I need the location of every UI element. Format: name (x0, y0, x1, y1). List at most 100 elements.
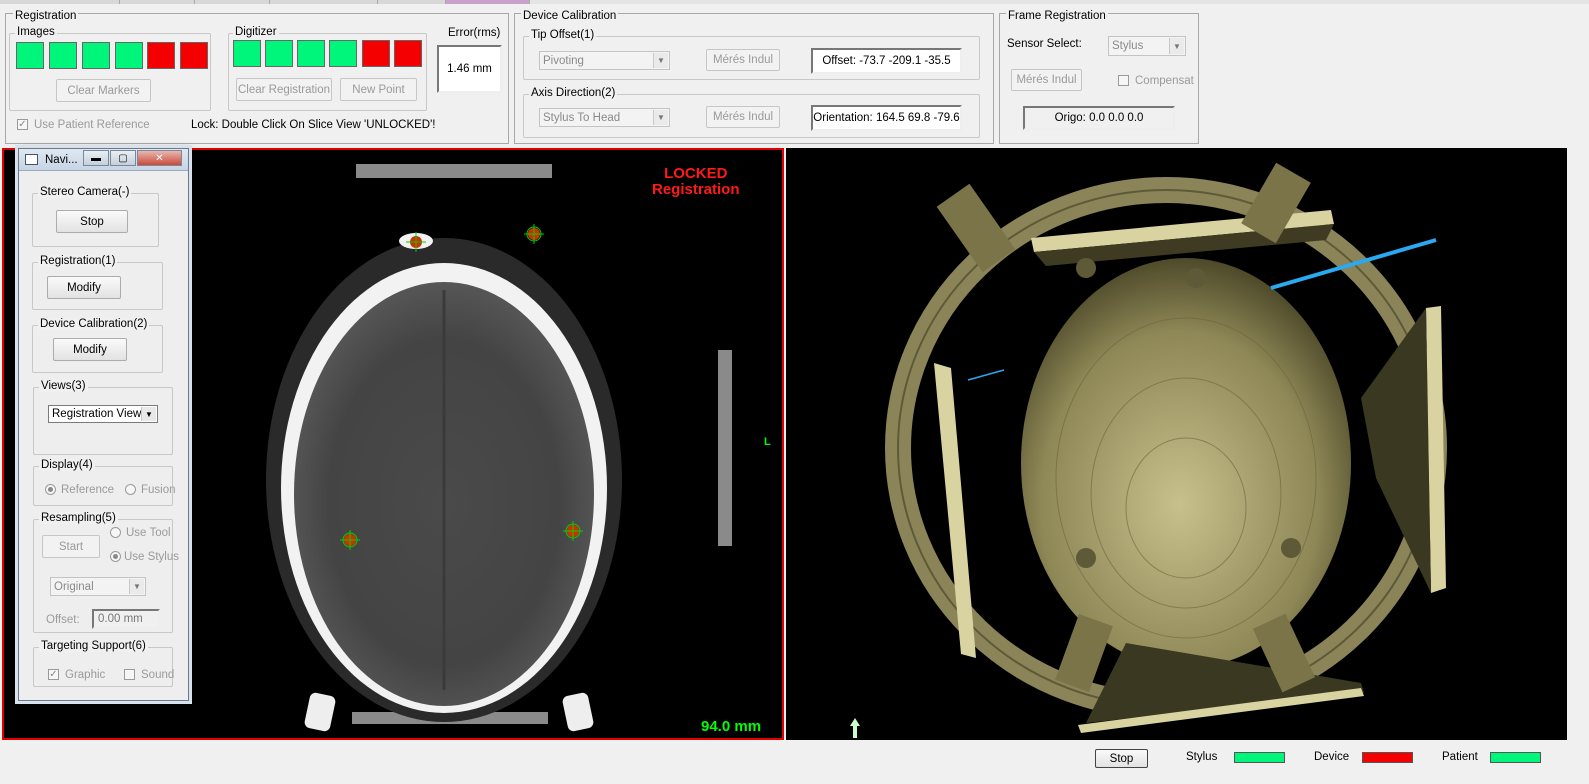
lock-status-text: LOCKED (664, 165, 728, 182)
use-stylus-label: Use Stylus (124, 551, 179, 563)
tab-active[interactable] (446, 0, 530, 4)
tab[interactable] (120, 0, 195, 4)
stylus-status-indicator (1234, 752, 1285, 763)
fusion-radio[interactable] (125, 484, 136, 495)
fusion-label: Fusion (141, 484, 176, 496)
tab[interactable] (270, 0, 378, 4)
device-calibration-nav-legend: Device Calibration(2) (38, 318, 150, 330)
axis-direction-legend: Axis Direction(2) (529, 87, 618, 99)
offset-field[interactable]: 0.00 mm (92, 609, 160, 629)
digitizer-marker-4 (329, 40, 357, 67)
patient-status-indicator (1490, 752, 1541, 763)
resampling-mode-select[interactable]: Original ▼ (50, 577, 146, 596)
patient-status-label: Patient (1442, 751, 1478, 763)
top-tab-strip (0, 0, 1589, 4)
device-status-label: Device (1314, 751, 1350, 763)
axis-direction-start-button[interactable]: Mérés Indul (706, 106, 780, 128)
targeting-support-group: Targeting Support(6) (33, 640, 173, 687)
targeting-support-legend: Targeting Support(6) (39, 640, 148, 652)
clear-registration-button[interactable]: Clear Registration (236, 78, 332, 101)
navigation-window-titlebar[interactable]: Navi... ▬ ▢ ✕ (19, 149, 188, 171)
maximize-icon[interactable]: ▢ (110, 150, 136, 166)
chevron-down-icon: ▼ (129, 579, 144, 594)
pin (1076, 258, 1096, 278)
new-point-button[interactable]: New Point (340, 78, 417, 101)
sound-checkbox[interactable] (124, 669, 135, 680)
graphic-checkbox[interactable]: ✓ (48, 669, 59, 680)
lock-caption-text: Registration (652, 181, 740, 198)
frame-post-right (562, 692, 594, 732)
resampling-start-button[interactable]: Start (42, 535, 100, 558)
tip-offset-start-button[interactable]: Mérés Indul (706, 49, 780, 71)
3d-view[interactable] (786, 148, 1567, 740)
axis-direction-method-select[interactable]: Stylus To Head ▼ (539, 108, 670, 127)
modify-registration-button[interactable]: Modify (47, 276, 121, 299)
frame-registration-start-button[interactable]: Mérés Indul (1011, 69, 1082, 91)
use-tool-radio[interactable] (110, 527, 121, 538)
device-calibration-legend: Device Calibration (521, 10, 619, 22)
stop-button[interactable]: Stop (1095, 749, 1148, 768)
origo-value: Origo: 0.0 0.0 0.0 (1023, 106, 1175, 130)
chevron-down-icon: ▼ (653, 53, 668, 68)
use-patient-reference-checkbox[interactable]: ✓ (17, 119, 28, 130)
display-legend: Display(4) (39, 459, 95, 471)
clear-markers-button[interactable]: Clear Markers (56, 79, 151, 102)
error-value: 1.46 mm (437, 45, 502, 93)
tab[interactable] (195, 0, 270, 4)
image-marker-4 (115, 42, 143, 69)
frame-registration-legend: Frame Registration (1006, 10, 1108, 22)
graphic-label: Graphic (65, 669, 106, 681)
image-marker-5 (147, 42, 175, 69)
chevron-down-icon: ▼ (1169, 38, 1184, 54)
chevron-down-icon: ▼ (653, 110, 668, 125)
lock-instruction-text: Lock: Double Click On Slice View 'UNLOCK… (191, 119, 436, 131)
offset-label: Offset: (46, 614, 80, 626)
axis-line (967, 369, 1005, 381)
digitizer-marker-5 (362, 40, 390, 67)
up-arrow-icon (850, 718, 860, 738)
image-marker-2 (49, 42, 77, 69)
orientation-marker: L (764, 436, 771, 448)
sensor-select[interactable]: Stylus ▼ (1108, 36, 1186, 56)
sound-label: Sound (141, 669, 175, 681)
image-marker-1 (16, 42, 44, 69)
frame-bar-right (718, 350, 732, 546)
tip-offset-legend: Tip Offset(1) (529, 29, 597, 41)
modify-device-calibration-button[interactable]: Modify (53, 338, 127, 361)
digitizer-marker-1 (233, 40, 261, 67)
lock-status: LOCKED Registration (652, 166, 740, 198)
tab[interactable] (0, 0, 120, 4)
3d-render-image (850, 162, 1447, 738)
minimize-icon[interactable]: ▬ (83, 150, 109, 166)
use-tool-label: Use Tool (126, 527, 171, 539)
frame-bar-top (356, 164, 552, 178)
stereo-camera-legend: Stereo Camera(-) (38, 186, 132, 198)
sensor-select-label: Sensor Select: (1007, 38, 1082, 50)
navigation-window-title: Navi... (45, 154, 78, 166)
tab[interactable] (378, 0, 446, 4)
compensate-checkbox[interactable] (1118, 75, 1129, 86)
fiducial-marker (524, 224, 544, 244)
views-select[interactable]: Registration View ▼ (48, 405, 158, 423)
registration-legend: Registration (13, 10, 79, 22)
compensate-label: Compensat (1135, 75, 1194, 87)
tip-offset-method-select[interactable]: Pivoting ▼ (539, 51, 670, 70)
error-label: Error(rms) (448, 27, 501, 39)
frame-plate-right-shade (1361, 308, 1431, 593)
digitizer-marker-6 (394, 40, 422, 67)
views-legend: Views(3) (39, 380, 88, 392)
axis-direction-result: Orientation: 164.5 69.8 -79.6 (811, 105, 962, 131)
pin (1186, 268, 1206, 288)
pin (1281, 538, 1301, 558)
stylus-status-label: Stylus (1186, 751, 1218, 763)
head-surface (1021, 258, 1351, 668)
digitizer-marker-2 (265, 40, 293, 67)
frame-post-left (304, 692, 336, 732)
reference-radio[interactable] (45, 484, 56, 495)
close-icon[interactable]: ✕ (137, 150, 182, 166)
resampling-legend: Resampling(5) (39, 512, 118, 524)
image-marker-3 (82, 42, 110, 69)
stop-camera-button[interactable]: Stop (56, 210, 128, 233)
use-stylus-radio[interactable] (110, 551, 121, 562)
use-patient-reference-label: Use Patient Reference (34, 119, 150, 131)
